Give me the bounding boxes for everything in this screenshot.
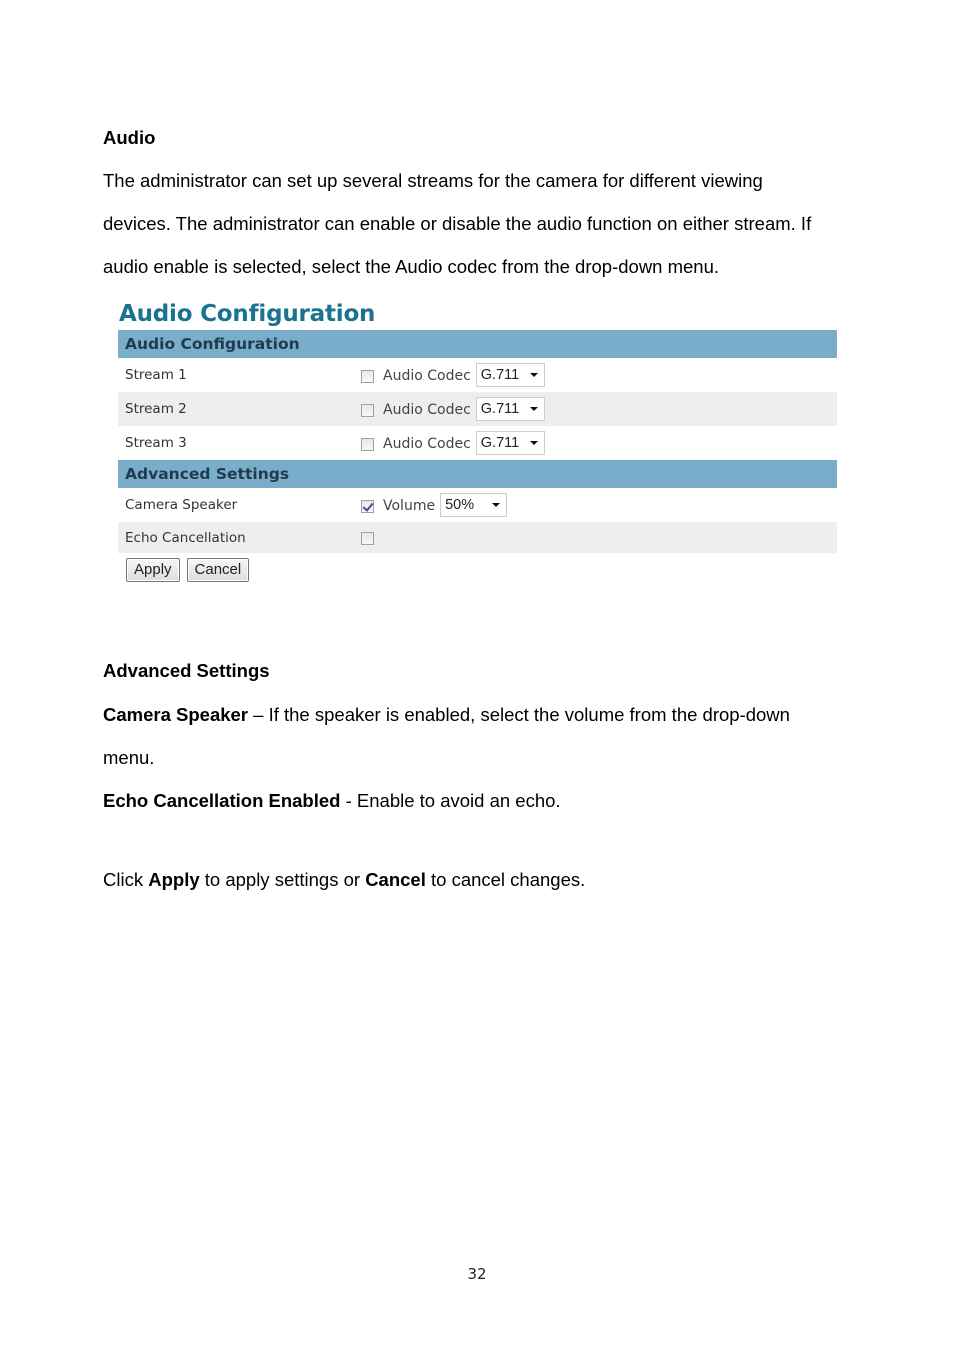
volume-label: Volume: [383, 498, 436, 514]
audio-configuration-panel: Audio Configuration Audio Configuration …: [118, 298, 837, 587]
camera-speaker-label: Camera Speaker: [125, 497, 238, 513]
stream-row: Stream 1 Audio Codec G.711: [118, 358, 837, 392]
stream-2-codec-select[interactable]: G.711: [475, 397, 545, 421]
stream-1-audio-checkbox[interactable]: [361, 369, 374, 383]
intro-line-3: audio enable is selected, select the Aud…: [103, 256, 720, 277]
selected-value: G.711: [480, 367, 520, 383]
advanced-settings-heading: Advanced Settings: [103, 660, 270, 681]
camera-speaker-desc-continued: menu.: [103, 747, 155, 768]
stream-3-audio-checkbox[interactable]: [361, 437, 374, 451]
chevron-down-icon: [529, 441, 538, 445]
instruction-part: Click: [103, 869, 149, 890]
cancel-button[interactable]: Cancel: [186, 558, 250, 582]
stream-row: Stream 2 Audio Codec G.711: [118, 392, 837, 426]
chevron-down-icon: [492, 503, 501, 507]
apply-cancel-instruction: Click Apply to apply settings or Cancel …: [103, 870, 585, 890]
echo-cancellation-label: Echo Cancellation: [125, 530, 246, 546]
page-number: 32: [467, 1265, 487, 1283]
apply-button[interactable]: Apply: [126, 558, 180, 582]
instruction-part: to apply settings or: [199, 869, 366, 890]
chevron-down-icon: [529, 407, 538, 411]
echo-cancellation-row: Echo Cancellation: [118, 522, 837, 553]
apply-term: Apply: [148, 869, 200, 890]
advanced-settings-section-header: Advanced Settings: [118, 460, 837, 488]
chevron-down-icon: [529, 373, 538, 377]
audio-heading: Audio: [103, 127, 156, 148]
echo-cancellation-desc: - Enable to avoid an echo.: [340, 790, 561, 811]
audio-codec-label: Audio Codec: [383, 402, 471, 418]
selected-value: G.711: [480, 435, 520, 451]
volume-select[interactable]: 50%: [440, 493, 508, 517]
camera-speaker-desc: – If the speaker is enabled, select the …: [248, 704, 790, 725]
stream-2-audio-checkbox[interactable]: [361, 403, 374, 417]
instruction-part: to cancel changes.: [425, 869, 586, 890]
panel-title: Audio Configuration: [119, 301, 376, 327]
selected-value: G.711: [480, 401, 520, 417]
echo-cancellation-description: Echo Cancellation Enabled - Enable to av…: [103, 791, 561, 811]
camera-speaker-checkbox[interactable]: [361, 499, 374, 513]
stream-label: Stream 3: [125, 435, 187, 451]
stream-3-codec-select[interactable]: G.711: [475, 431, 545, 455]
stream-label: Stream 2: [125, 401, 187, 417]
stream-1-codec-select[interactable]: G.711: [475, 363, 545, 387]
intro-line-1: The administrator can set up several str…: [103, 170, 763, 191]
stream-row: Stream 3 Audio Codec G.711: [118, 426, 837, 460]
audio-configuration-section-header: Audio Configuration: [118, 330, 837, 358]
audio-codec-label: Audio Codec: [383, 436, 471, 452]
selected-value: 50%: [445, 497, 475, 513]
intro-line-2: devices. The administrator can enable or…: [103, 213, 812, 234]
camera-speaker-description: Camera Speaker – If the speaker is enabl…: [103, 705, 790, 725]
camera-speaker-term: Camera Speaker: [103, 704, 249, 725]
button-bar: Apply Cancel: [118, 553, 837, 587]
cancel-term: Cancel: [365, 869, 426, 890]
echo-cancellation-checkbox[interactable]: [361, 532, 374, 545]
audio-codec-label: Audio Codec: [383, 368, 471, 384]
camera-speaker-row: Camera Speaker Volume 50%: [118, 488, 837, 522]
stream-label: Stream 1: [125, 367, 187, 383]
echo-cancellation-term: Echo Cancellation Enabled: [103, 790, 341, 811]
